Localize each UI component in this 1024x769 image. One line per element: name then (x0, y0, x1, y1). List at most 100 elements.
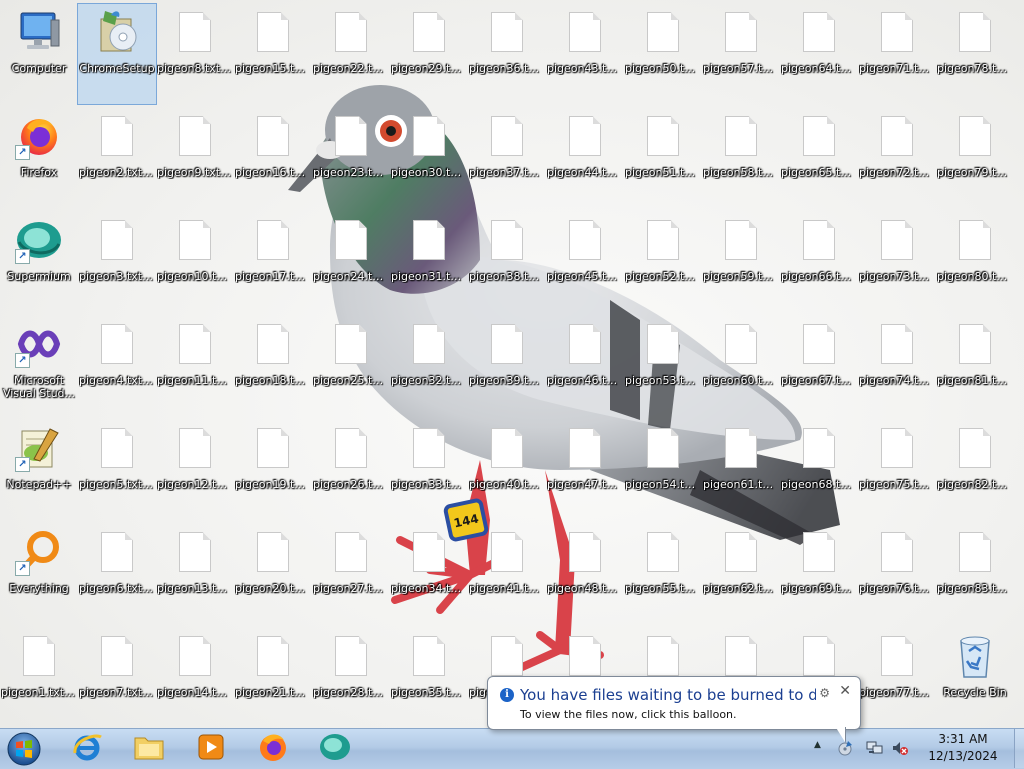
network-icon[interactable] (866, 739, 884, 757)
desktop-icon[interactable]: pigeon65.txt... (780, 108, 858, 208)
desktop-icon[interactable]: pigeon7.txt.ti... (78, 628, 156, 728)
taskbar-supermium-button[interactable] (308, 730, 362, 768)
desktop-icon[interactable]: pigeon58.txt... (702, 108, 780, 208)
desktop-icon[interactable]: pigeon47.txt... (546, 420, 624, 520)
taskbar-file-explorer-button[interactable] (122, 730, 176, 768)
desktop-icon[interactable]: pigeon15.txt... (234, 4, 312, 104)
desktop-icon[interactable]: pigeon64.txt... (780, 4, 858, 104)
show-desktop-button[interactable] (1014, 729, 1024, 768)
desktop-icon[interactable]: pigeon48.txt... (546, 524, 624, 624)
desktop-icon[interactable]: pigeon76.txt... (858, 524, 936, 624)
desktop-icon[interactable]: pigeon83.txt... (936, 524, 1014, 624)
desktop-icon[interactable]: pigeon37.txt... (468, 108, 546, 208)
desktop-icon[interactable]: pigeon4.txt.ti... (78, 316, 156, 416)
taskbar-firefox-button[interactable] (246, 730, 300, 768)
desktop-icon[interactable]: Computer (0, 4, 78, 104)
desktop-icon[interactable]: pigeon31.txt... (390, 212, 468, 312)
desktop-icon[interactable]: pigeon81.txt... (936, 316, 1014, 416)
desktop-icon[interactable]: pigeon5.txt.ti... (78, 420, 156, 520)
desktop-icon[interactable]: pigeon46.txt... (546, 316, 624, 416)
desktop-icon[interactable]: pigeon59.txt... (702, 212, 780, 312)
desktop-icon[interactable]: pigeon39.txt... (468, 316, 546, 416)
desktop-icon[interactable]: pigeon77.txt... (858, 628, 936, 728)
desktop-icon[interactable]: ↗ Notepad++ (0, 420, 78, 520)
desktop-icon[interactable]: pigeon71.txt... (858, 4, 936, 104)
desktop-icon[interactable]: pigeon54.txt... (624, 420, 702, 520)
taskbar-clock[interactable]: 3:31 AM 12/13/2024 (920, 731, 1006, 765)
desktop-icon[interactable]: pigeon50.txt... (624, 4, 702, 104)
close-icon[interactable]: ✕ (839, 683, 851, 699)
desktop-icon[interactable]: pigeon52.txt... (624, 212, 702, 312)
desktop-icon[interactable]: pigeon12.txt... (156, 420, 234, 520)
desktop-icon[interactable]: pigeon32.txt... (390, 316, 468, 416)
options-icon[interactable]: ⚙ (819, 686, 830, 700)
desktop-icon[interactable]: pigeon67.txt... (780, 316, 858, 416)
desktop-icon[interactable]: pigeon38.txt... (468, 212, 546, 312)
desktop-icon[interactable]: pigeon78.txt... (936, 4, 1014, 104)
desktop-icon[interactable]: pigeon10.txt... (156, 212, 234, 312)
desktop-icon[interactable]: pigeon9.txt.ti... (156, 108, 234, 208)
desktop-icon[interactable]: pigeon30.txt... (390, 108, 468, 208)
desktop-icon[interactable]: pigeon74.txt... (858, 316, 936, 416)
desktop-icon[interactable]: pigeon79.txt... (936, 108, 1014, 208)
desktop-icon[interactable]: pigeon13.txt... (156, 524, 234, 624)
desktop-icon[interactable]: pigeon53.txt... (624, 316, 702, 416)
desktop-icon[interactable]: pigeon69.txt... (780, 524, 858, 624)
desktop-icon[interactable]: pigeon29.txt... (390, 4, 468, 104)
desktop-icon[interactable]: pigeon22.txt... (312, 4, 390, 104)
desktop-icon[interactable]: pigeon23.txt... (312, 108, 390, 208)
desktop-icon[interactable]: ↗ Microsoft Visual Stud... (0, 316, 78, 416)
desktop-icon[interactable]: ↗ Everything (0, 524, 78, 624)
desktop-icon[interactable]: pigeon82.txt... (936, 420, 1014, 520)
desktop-icon[interactable]: pigeon25.txt... (312, 316, 390, 416)
desktop-icon[interactable]: pigeon34.txt... (390, 524, 468, 624)
desktop-icon[interactable]: pigeon11.txt... (156, 316, 234, 416)
desktop-icon[interactable]: pigeon57.txt... (702, 4, 780, 104)
desktop-icon[interactable]: pigeon1.txt.ti... (0, 628, 78, 728)
desktop-icon[interactable]: pigeon28.txt... (312, 628, 390, 728)
desktop-icon[interactable]: ↗ Supermium (0, 212, 78, 312)
desktop-icon[interactable]: pigeon8.txt.ti... (156, 4, 234, 104)
desktop-icon[interactable]: pigeon24.txt... (312, 212, 390, 312)
desktop-icon[interactable]: pigeon6.txt.ti... (78, 524, 156, 624)
desktop-icon[interactable]: pigeon36.txt... (468, 4, 546, 104)
desktop-icon[interactable]: ChromeSetup (77, 3, 157, 105)
desktop-icon[interactable]: pigeon14.txt... (156, 628, 234, 728)
desktop-icon[interactable]: pigeon43.txt... (546, 4, 624, 104)
desktop[interactable]: 144 Computer ↗ Firefox ↗ Supermium ↗ Microsoft… (0, 0, 1024, 728)
desktop-icon[interactable]: pigeon26.txt... (312, 420, 390, 520)
desktop-icon[interactable]: pigeon80.txt... (936, 212, 1014, 312)
desktop-icon[interactable]: pigeon51.txt... (624, 108, 702, 208)
desktop-icon[interactable]: pigeon45.txt... (546, 212, 624, 312)
taskbar-internet-explorer-button[interactable] (60, 730, 114, 768)
desktop-icon[interactable]: pigeon35.txt... (390, 628, 468, 728)
tray-show-hidden-icon[interactable]: ▲ (814, 740, 821, 750)
desktop-icon[interactable]: pigeon21.txt... (234, 628, 312, 728)
desktop-icon[interactable]: pigeon19.txt... (234, 420, 312, 520)
volume-muted-icon[interactable] (891, 739, 909, 757)
desktop-icon[interactable]: pigeon44.txt... (546, 108, 624, 208)
desktop-icon[interactable]: pigeon55.txt... (624, 524, 702, 624)
desktop-icon[interactable]: pigeon20.txt... (234, 524, 312, 624)
desktop-icon[interactable]: Recycle Bin (936, 628, 1014, 728)
desktop-icon[interactable]: pigeon18.txt... (234, 316, 312, 416)
taskbar-media-player-button[interactable] (184, 730, 238, 768)
desktop-icon[interactable]: ↗ Firefox (0, 108, 78, 208)
desktop-icon[interactable]: pigeon41.txt... (468, 524, 546, 624)
desktop-icon[interactable]: pigeon66.txt... (780, 212, 858, 312)
burn-notification-balloon[interactable]: i You have files waiting to be burned to… (487, 676, 861, 730)
start-button[interactable] (5, 731, 43, 767)
desktop-icon[interactable]: pigeon33.txt... (390, 420, 468, 520)
desktop-icon[interactable]: pigeon72.txt... (858, 108, 936, 208)
desktop-icon[interactable]: pigeon17.txt... (234, 212, 312, 312)
desktop-icon[interactable]: pigeon27.txt... (312, 524, 390, 624)
desktop-icon[interactable]: pigeon61.txt... (702, 420, 780, 520)
desktop-icon[interactable]: pigeon62.txt... (702, 524, 780, 624)
desktop-icon[interactable]: pigeon3.txt.ti... (78, 212, 156, 312)
desktop-icon[interactable]: pigeon73.txt... (858, 212, 936, 312)
desktop-icon[interactable]: pigeon2.txt.ti... (78, 108, 156, 208)
desktop-icon[interactable]: pigeon60.txt... (702, 316, 780, 416)
desktop-icon[interactable]: pigeon16.txt... (234, 108, 312, 208)
desktop-icon[interactable]: pigeon75.txt... (858, 420, 936, 520)
desktop-icon[interactable]: pigeon68.txt... (780, 420, 858, 520)
